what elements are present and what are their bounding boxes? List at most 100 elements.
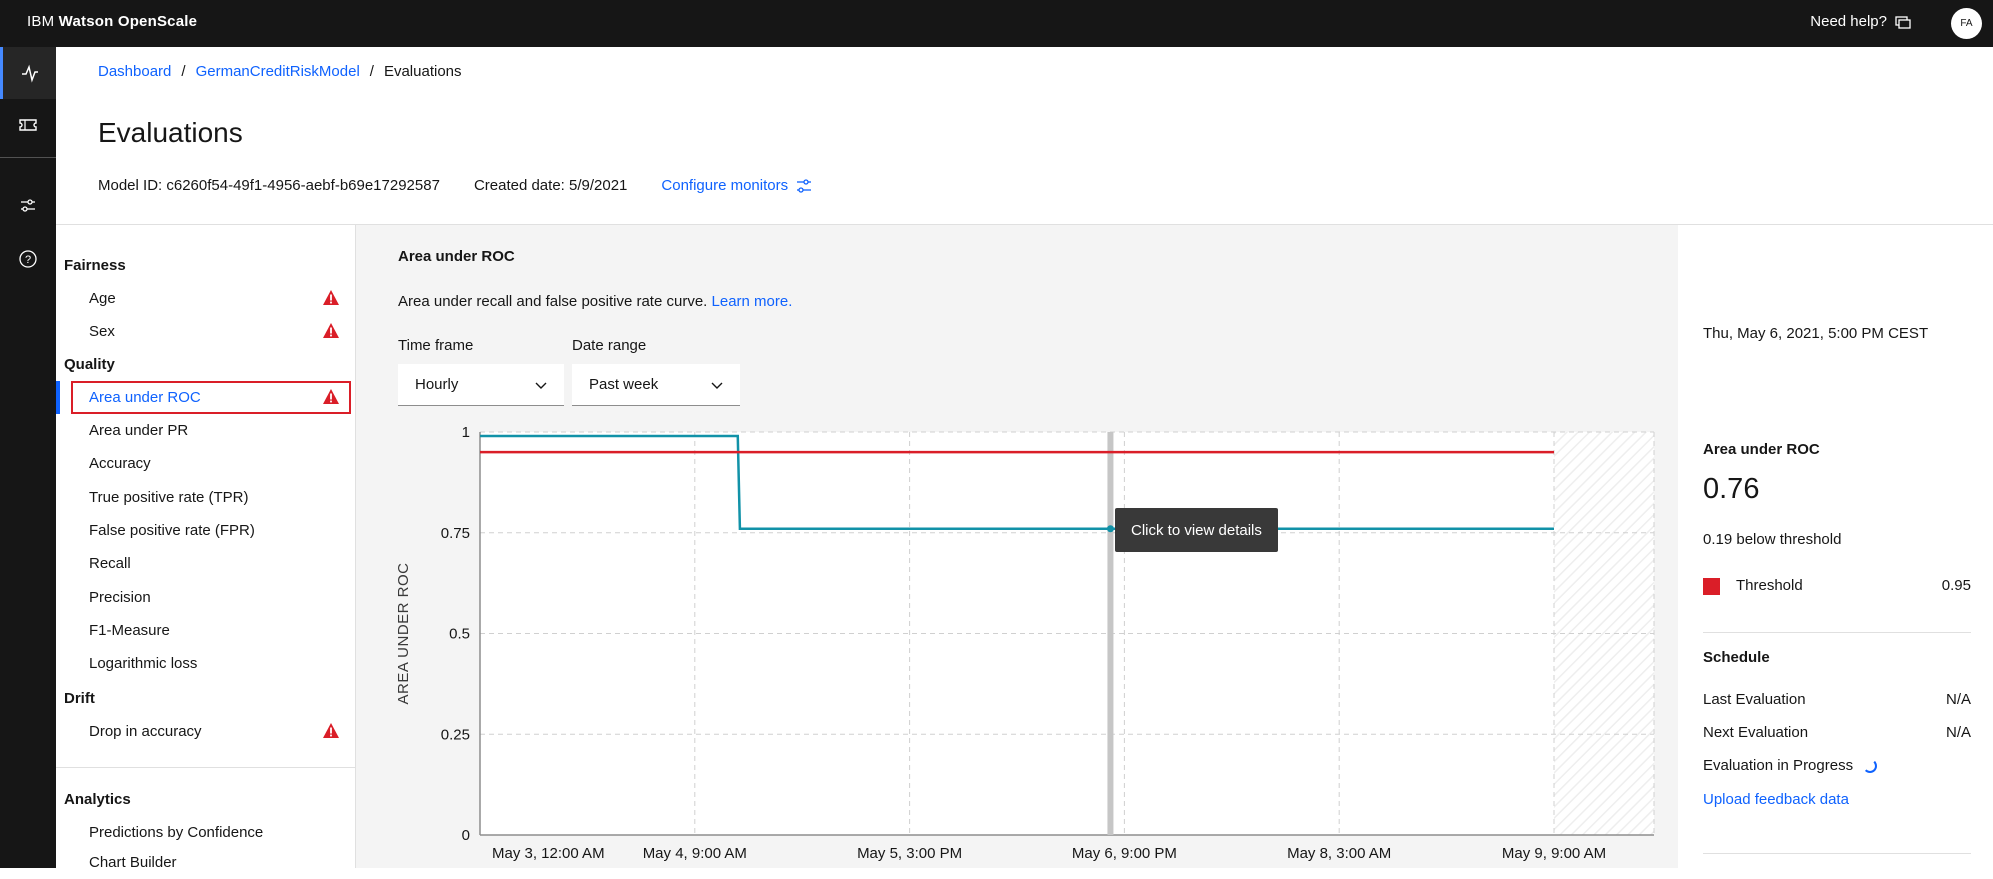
evaluation-progress-row: Evaluation in Progress [1703, 757, 1971, 774]
activity-icon[interactable] [0, 47, 56, 99]
y-tick-label: 0.25 [441, 726, 470, 743]
nav-item-label: Drop in accuracy [89, 723, 202, 740]
date-range-label: Date range [572, 337, 647, 354]
upload-feedback-link[interactable]: Upload feedback data [1703, 791, 1849, 808]
threshold-label: Threshold [1736, 577, 1803, 594]
metric-title: Area under ROC [1703, 441, 1820, 458]
nav-item-label: Age [89, 290, 116, 307]
last-evaluation-label: Last Evaluation [1703, 691, 1806, 708]
x-tick-label: May 9, 9:00 AM [1502, 845, 1606, 862]
nav-item-label: Sex [89, 323, 115, 340]
nav-item-age[interactable]: Age [56, 282, 355, 315]
nav-item-label: Predictions by Confidence [89, 824, 264, 841]
nav-group-drift: Drift [64, 690, 95, 707]
schedule-title: Schedule [1703, 649, 1770, 666]
summary-panel: Thu, May 6, 2021, 5:00 PM CEST Area unde… [1678, 225, 1993, 868]
nav-item-label: Recall [89, 555, 131, 572]
nav-group-quality: Quality [64, 356, 115, 373]
description-text: Area under recall and false positive rat… [398, 293, 708, 310]
y-tick-label: 1 [462, 424, 470, 441]
threshold-legend: Threshold [1703, 577, 1803, 595]
selected-date: Thu, May 6, 2021, 5:00 PM CEST [1703, 325, 1929, 342]
selection-highlight [71, 381, 351, 414]
time-frame-dropdown[interactable]: Hourly [398, 364, 564, 406]
divider [1703, 632, 1971, 633]
created-date: Created date: 5/9/2021 [473, 177, 628, 194]
help-button[interactable]: Need help? [1810, 13, 1911, 30]
nav-group-fairness: Fairness [64, 257, 126, 274]
help-label: Need help? [1810, 13, 1887, 30]
time-frame-value: Hourly [415, 376, 459, 393]
chart-tooltip[interactable]: Click to view details [1115, 508, 1278, 552]
nav-item-label: F1-Measure [89, 622, 170, 639]
warning-icon [322, 388, 340, 409]
date-range-value: Past week [589, 376, 659, 393]
x-tick-label: May 8, 3:00 AM [1287, 845, 1391, 862]
y-axis-label: AREA UNDER ROC [395, 562, 412, 704]
selected-point [1106, 525, 1114, 533]
next-evaluation-label: Next Evaluation [1703, 724, 1809, 741]
learn-more-link[interactable]: Learn more. [712, 293, 793, 310]
nav-item-label: True positive rate (TPR) [89, 489, 249, 506]
page-header: Dashboard / GermanCreditRiskModel / Eval… [56, 47, 1993, 225]
settings-adjust-icon [797, 178, 812, 193]
warning-icon [322, 322, 340, 343]
progress-label: Evaluation in Progress [1703, 757, 1854, 774]
nav-item-log-loss[interactable]: Logarithmic loss [56, 647, 355, 680]
sliders-icon[interactable] [0, 180, 56, 232]
nav-item-f1-measure[interactable]: F1-Measure [56, 614, 355, 647]
nav-item-label: Logarithmic loss [89, 655, 198, 672]
chart-heading: Area under ROC [398, 248, 515, 265]
y-tick-label: 0 [462, 827, 470, 844]
page-title: Evaluations [98, 117, 243, 148]
nav-item-predictions-by-confidence[interactable]: Predictions by Confidence [56, 816, 355, 849]
next-evaluation-row: Next Evaluation N/A [1703, 724, 1971, 741]
chart-svg[interactable]: 1 0.75 0.5 0.25 0 May 3, 12:00 AM May 4, 9:00 … [356, 420, 1678, 868]
configure-monitors-label: Configure monitors [661, 177, 789, 194]
monitor-nav: Fairness Age Sex Quality Area under ROC … [56, 225, 356, 871]
model-id: Model ID: c6260f54-49f1-4956-aebf-b69e17… [98, 177, 440, 194]
breadcrumb-model[interactable]: GermanCreditRiskModel [196, 63, 360, 80]
nav-item-accuracy[interactable]: Accuracy [56, 447, 355, 480]
avatar[interactable]: FA [1951, 8, 1982, 39]
chart-panel: Area under ROC Area under recall and fal… [356, 225, 1678, 868]
rail-divider [0, 157, 56, 158]
threshold-swatch [1703, 577, 1720, 595]
top-bar: IBM Watson OpenScale Need help? FA [0, 0, 1993, 47]
x-tick-label: May 4, 9:00 AM [643, 845, 747, 862]
svg-text:?: ? [25, 254, 31, 266]
loading-spinner-icon [1863, 758, 1878, 773]
nav-item-drop-in-accuracy[interactable]: Drop in accuracy [56, 715, 355, 748]
date-range-dropdown[interactable]: Past week [572, 364, 740, 406]
threshold-delta: 0.19 below threshold [1703, 531, 1842, 548]
x-tick-label: May 6, 9:00 PM [1072, 845, 1177, 862]
line-chart[interactable]: 1 0.75 0.5 0.25 0 May 3, 12:00 AM May 4, 9:00 … [356, 420, 1678, 868]
breadcrumb-separator: / [181, 63, 186, 80]
nav-item-chart-builder[interactable]: Chart Builder [56, 846, 355, 879]
brand-prefix: IBM [27, 13, 55, 30]
ticket-icon[interactable] [0, 99, 56, 151]
nav-group-analytics: Analytics [64, 791, 131, 808]
nav-item-precision[interactable]: Precision [56, 581, 355, 614]
brand[interactable]: IBM Watson OpenScale [27, 13, 197, 30]
next-evaluation-value: N/A [1945, 724, 1971, 741]
nav-item-tpr[interactable]: True positive rate (TPR) [56, 481, 355, 514]
nav-item-area-under-roc[interactable]: Area under ROC [56, 381, 355, 414]
configure-monitors-link[interactable]: Configure monitors [661, 177, 812, 194]
metric-value: 0.76 [1703, 473, 1760, 505]
divider [1703, 853, 1971, 854]
y-tick-label: 0.75 [441, 525, 470, 542]
model-meta: Model ID: c6260f54-49f1-4956-aebf-b69e17… [98, 177, 812, 194]
nav-item-sex[interactable]: Sex [56, 315, 355, 348]
nav-item-fpr[interactable]: False positive rate (FPR) [56, 514, 355, 547]
chat-icon [1895, 15, 1911, 29]
breadcrumb-dashboard[interactable]: Dashboard [98, 63, 171, 80]
nav-item-area-under-pr[interactable]: Area under PR [56, 414, 355, 447]
nav-item-recall[interactable]: Recall [56, 547, 355, 580]
chevron-down-icon [711, 382, 723, 389]
help-icon[interactable]: ? [0, 233, 56, 285]
nav-item-label: Area under PR [89, 422, 189, 439]
breadcrumb-separator: / [369, 63, 374, 80]
selection-marker [1107, 432, 1114, 835]
nav-item-label: Accuracy [89, 455, 151, 472]
